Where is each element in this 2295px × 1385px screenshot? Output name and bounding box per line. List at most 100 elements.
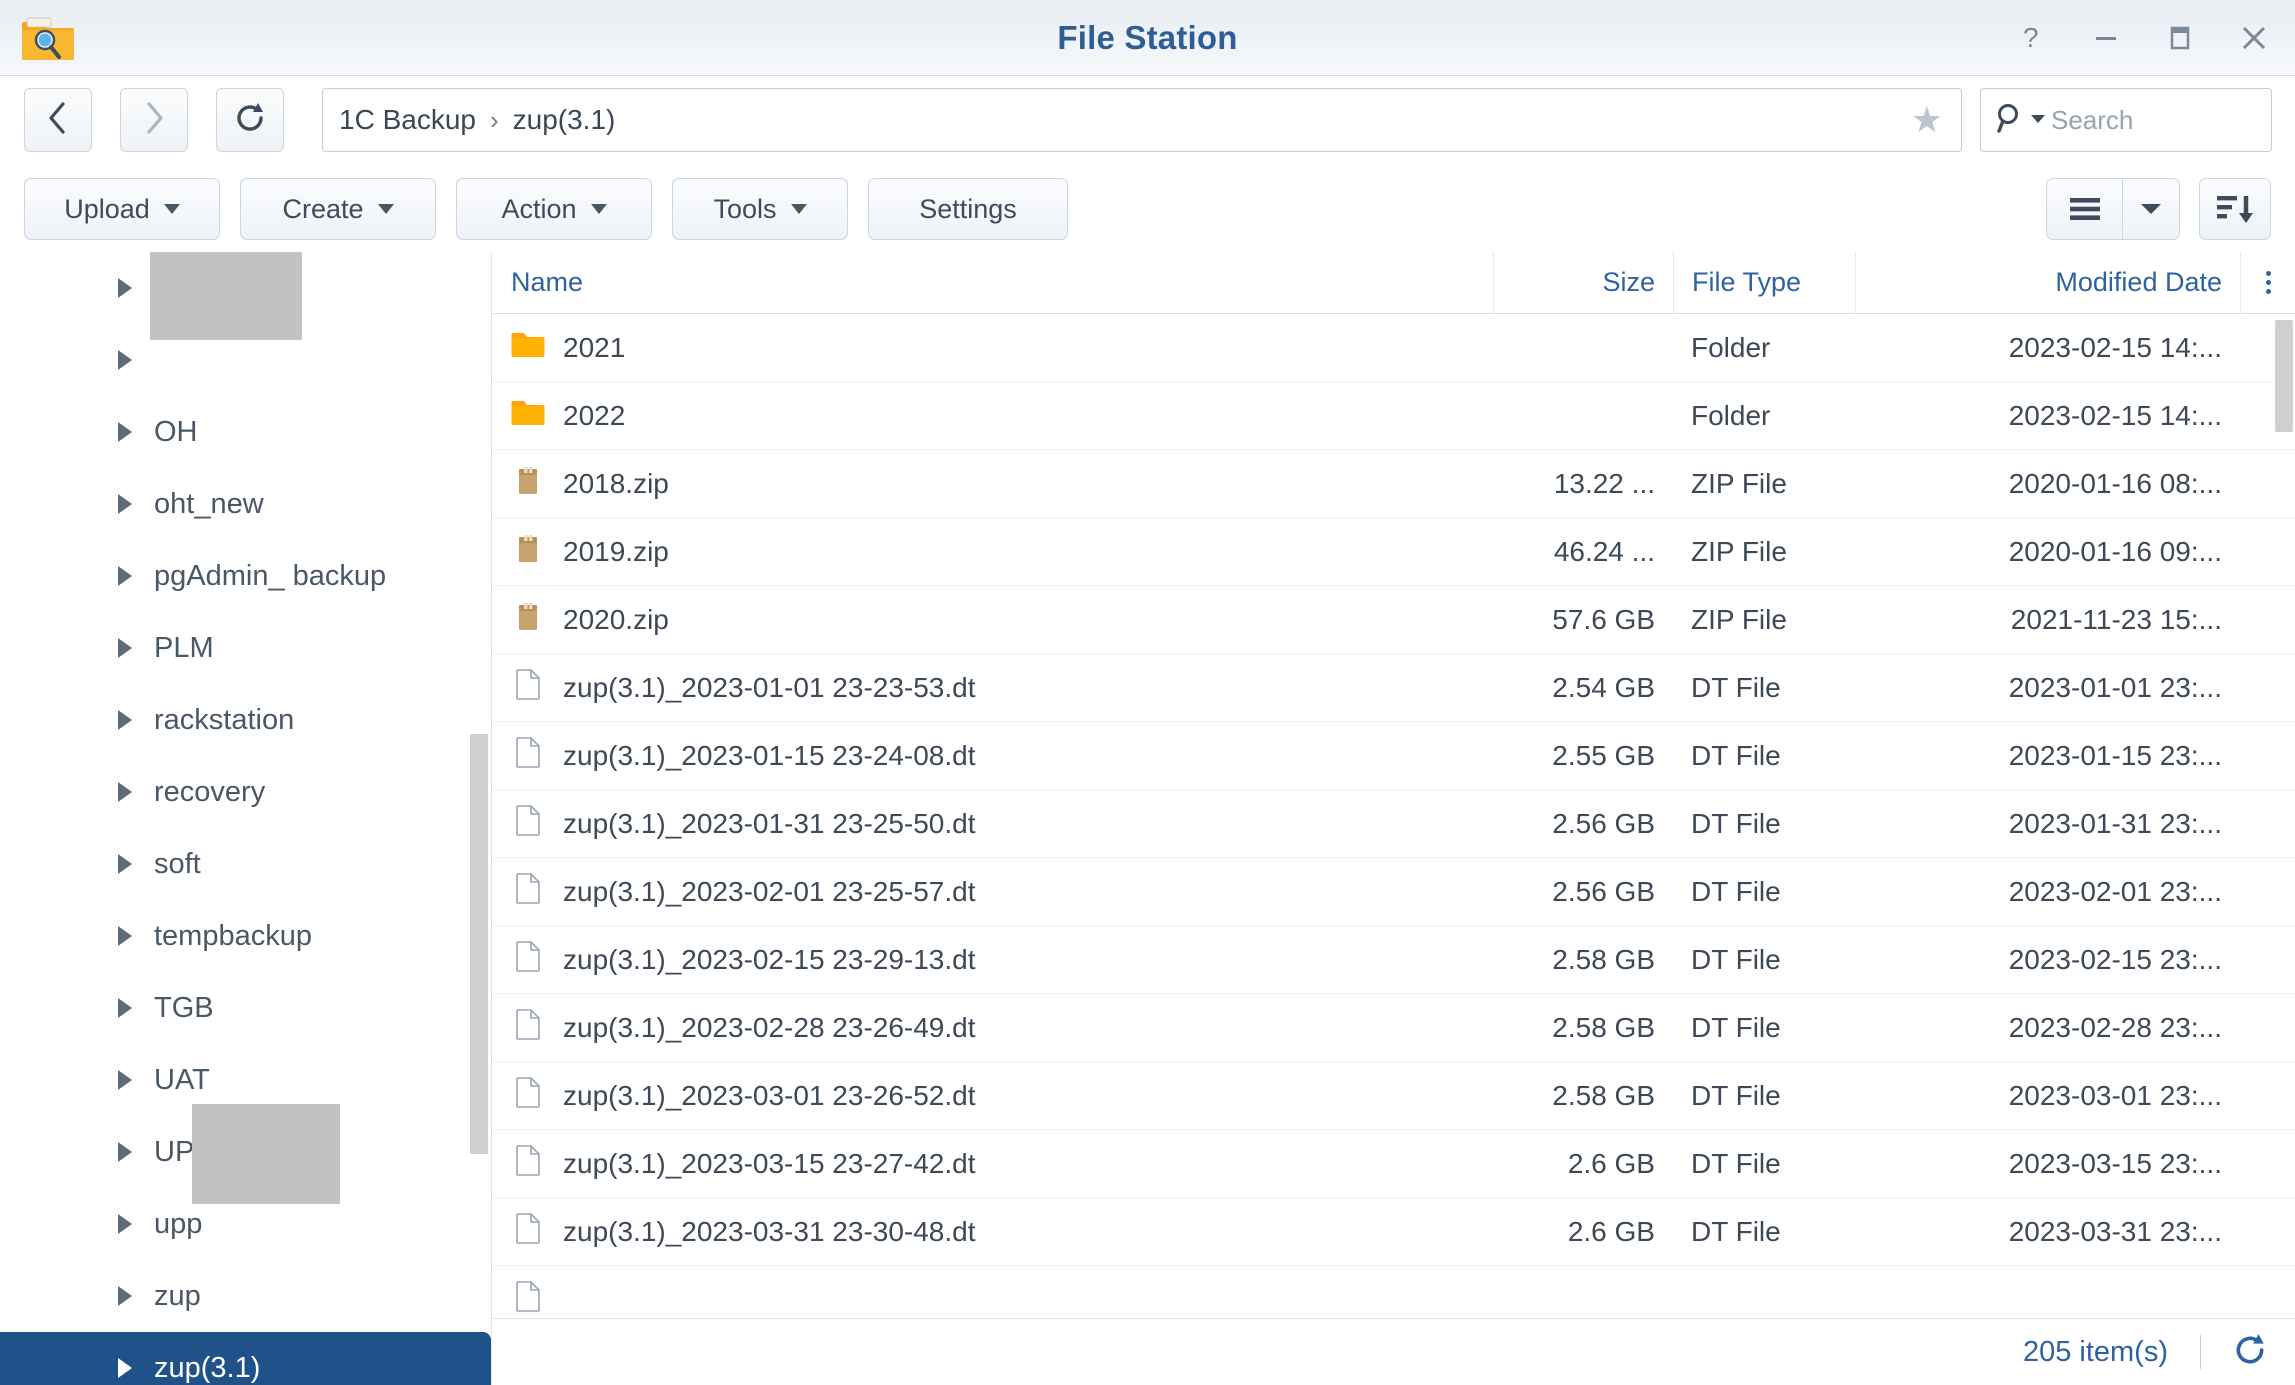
caret-down-icon [377, 204, 394, 214]
file-size-cell: 2.56 GB [1552, 875, 1655, 907]
expand-triangle-icon[interactable] [118, 422, 132, 442]
file-size-cell: 46.24 ... [1553, 535, 1655, 567]
table-row[interactable]: zup(3.1)_2023-01-15 23-24-08.dt 2.55 GB DT… [493, 722, 2295, 790]
create-button[interactable]: Create [240, 178, 436, 240]
refresh-button[interactable] [216, 88, 284, 152]
status-refresh-button[interactable] [2201, 1332, 2267, 1373]
sidebar-item-redacted-1[interactable] [0, 280, 491, 396]
chevron-right-icon [142, 101, 166, 140]
table-row[interactable]: zup(3.1)_2023-02-28 23-26-49.dt 2.58 GB DT… [493, 994, 2295, 1062]
sort-descending-icon[interactable] [2199, 178, 2271, 240]
star-icon[interactable]: ★ [1911, 102, 1943, 138]
table-row[interactable]: zup(3.1)_2023-02-01 23-25-57.dt 2.56 GB DT… [493, 858, 2295, 926]
file-type-cell: DT File [1691, 807, 1781, 839]
column-header-size[interactable]: Size [1493, 252, 1673, 313]
expand-triangle-icon[interactable] [118, 926, 132, 946]
file-name-cell: zup(3.1)_2023-02-15 23-29-13.dt [493, 939, 1493, 980]
expand-triangle-icon[interactable] [118, 1358, 132, 1378]
caret-down-icon [790, 204, 807, 214]
upload-button[interactable]: Upload [24, 178, 220, 240]
expand-triangle-icon[interactable] [118, 350, 132, 370]
column-options-icon[interactable] [2240, 252, 2295, 313]
file-icon [511, 667, 545, 708]
column-header-modified-date[interactable]: Modified Date [1855, 252, 2240, 313]
table-row[interactable]: 2021 Folder 2023-02-15 14:... [493, 314, 2295, 382]
caret-down-icon [163, 204, 180, 214]
sidebar-item-label: rackstation [154, 703, 295, 736]
expand-triangle-icon[interactable] [118, 710, 132, 730]
sidebar-item-recovery[interactable]: recovery [0, 756, 491, 828]
expand-triangle-icon[interactable] [118, 854, 132, 874]
path-breadcrumb-bar[interactable]: 1C Backup › zup(3.1) ★ [322, 88, 1962, 152]
file-name-label: zup(3.1)_2023-01-01 23-23-53.dt [563, 671, 976, 703]
forward-button[interactable] [120, 88, 188, 152]
sidebar-item-upp[interactable]: upp [0, 1144, 491, 1260]
expand-triangle-icon[interactable] [118, 1286, 132, 1306]
sidebar-item-rackstation[interactable]: rackstation [0, 684, 491, 756]
expand-triangle-icon[interactable] [118, 1142, 132, 1162]
sidebar-item-zup-3-1[interactable]: zup(3.1) [0, 1332, 491, 1385]
table-row[interactable]: zup(3.1)_2023-02-15 23-29-13.dt 2.58 GB DT… [493, 926, 2295, 994]
expand-triangle-icon[interactable] [118, 1070, 132, 1090]
file-name-label: zup(3.1)_2023-03-31 23-30-48.dt [563, 1215, 976, 1247]
breadcrumb-item-1[interactable]: zup(3.1) [513, 104, 616, 136]
sidebar-item-soft[interactable]: soft [0, 828, 491, 900]
table-row[interactable]: zup(3.1)_2023-03-31 23-30-48.dt 2.6 GB DT … [493, 1198, 2295, 1266]
action-button-label: Action [501, 193, 577, 224]
tools-button[interactable]: Tools [672, 178, 848, 240]
maximize-button[interactable] [2163, 21, 2197, 55]
table-row[interactable]: 2022 Folder 2023-02-15 14:... [493, 382, 2295, 450]
sidebar-item-tgb[interactable]: TGB [0, 972, 491, 1044]
table-row[interactable]: 2019.zip 46.24 ... ZIP File 2020-01-16 09:.… [493, 518, 2295, 586]
expand-triangle-icon[interactable] [118, 998, 132, 1018]
sidebar-scrollbar-thumb[interactable] [470, 734, 488, 1154]
list-view-icon[interactable] [2047, 179, 2123, 239]
table-row[interactable]: zup(3.1)_2023-03-15 23-27-42.dt 2.6 GB DT … [493, 1130, 2295, 1198]
sidebar-item-oht-new[interactable]: oht_new [0, 468, 491, 540]
caret-down-icon[interactable] [2031, 111, 2045, 129]
action-toolbar: Upload Create Action Tools Settings [0, 164, 2295, 252]
expand-triangle-icon[interactable] [118, 278, 132, 298]
breadcrumb-item-0[interactable]: 1C Backup [339, 104, 476, 136]
settings-button[interactable]: Settings [868, 178, 1068, 240]
table-row[interactable]: 2018.zip 13.22 ... ZIP File 2020-01-16 08:.… [493, 450, 2295, 518]
search-input[interactable]: Search [2051, 105, 2133, 136]
search-box[interactable]: Search [1980, 88, 2272, 152]
expand-triangle-icon[interactable] [118, 1214, 132, 1234]
sidebar-item-plm[interactable]: PLM [0, 612, 491, 684]
expand-triangle-icon[interactable] [118, 566, 132, 586]
sidebar-item-tempbackup[interactable]: tempbackup [0, 900, 491, 972]
column-header-name[interactable]: Name [493, 252, 1493, 313]
expand-triangle-icon[interactable] [118, 494, 132, 514]
back-button[interactable] [24, 88, 92, 152]
help-button[interactable]: ? [2015, 21, 2049, 55]
file-size-cell: 2.54 GB [1552, 671, 1655, 703]
file-icon [511, 735, 545, 776]
file-icon [511, 1211, 545, 1252]
folder-tree-sidebar[interactable]: OH oht_new pgAdmin_ backup PLM rackstation re… [0, 252, 492, 1385]
column-header-file-type[interactable]: File Type [1673, 252, 1855, 313]
view-dropdown-button[interactable] [2123, 179, 2179, 239]
action-button[interactable]: Action [456, 178, 652, 240]
file-type-cell: DT File [1691, 1011, 1781, 1043]
zip-icon [511, 599, 545, 640]
expand-triangle-icon[interactable] [118, 638, 132, 658]
expand-triangle-icon[interactable] [118, 782, 132, 802]
modified-date-cell: 2021-11-23 15:... [2010, 603, 2222, 635]
table-row[interactable]: zup(3.1)_2023-01-31 23-25-50.dt 2.56 GB DT… [493, 790, 2295, 858]
sidebar-item-zup[interactable]: zup [0, 1260, 491, 1332]
breadcrumb-separator: › [489, 104, 499, 135]
table-row[interactable] [493, 1266, 2295, 1314]
table-row[interactable]: zup(3.1)_2023-03-01 23-26-52.dt 2.58 GB DT… [493, 1062, 2295, 1130]
table-row[interactable]: zup(3.1)_2023-01-01 23-23-53.dt 2.54 GB DT… [493, 654, 2295, 722]
table-row[interactable]: 2020.zip 57.6 GB ZIP File 2021-11-23 15:... [493, 586, 2295, 654]
file-list-scrollbar-track[interactable] [2275, 314, 2293, 1314]
sidebar-item-oh[interactable]: OH [0, 396, 491, 468]
sidebar-item-label: tempbackup [154, 919, 312, 952]
file-size-cell: 2.56 GB [1552, 807, 1655, 839]
file-type-cell: DT File [1691, 875, 1781, 907]
close-button[interactable] [2237, 21, 2271, 55]
sidebar-item-pgadmin-backup[interactable]: pgAdmin_ backup [0, 540, 491, 612]
minimize-button[interactable] [2089, 21, 2123, 55]
file-list-scrollbar-thumb[interactable] [2275, 320, 2293, 432]
